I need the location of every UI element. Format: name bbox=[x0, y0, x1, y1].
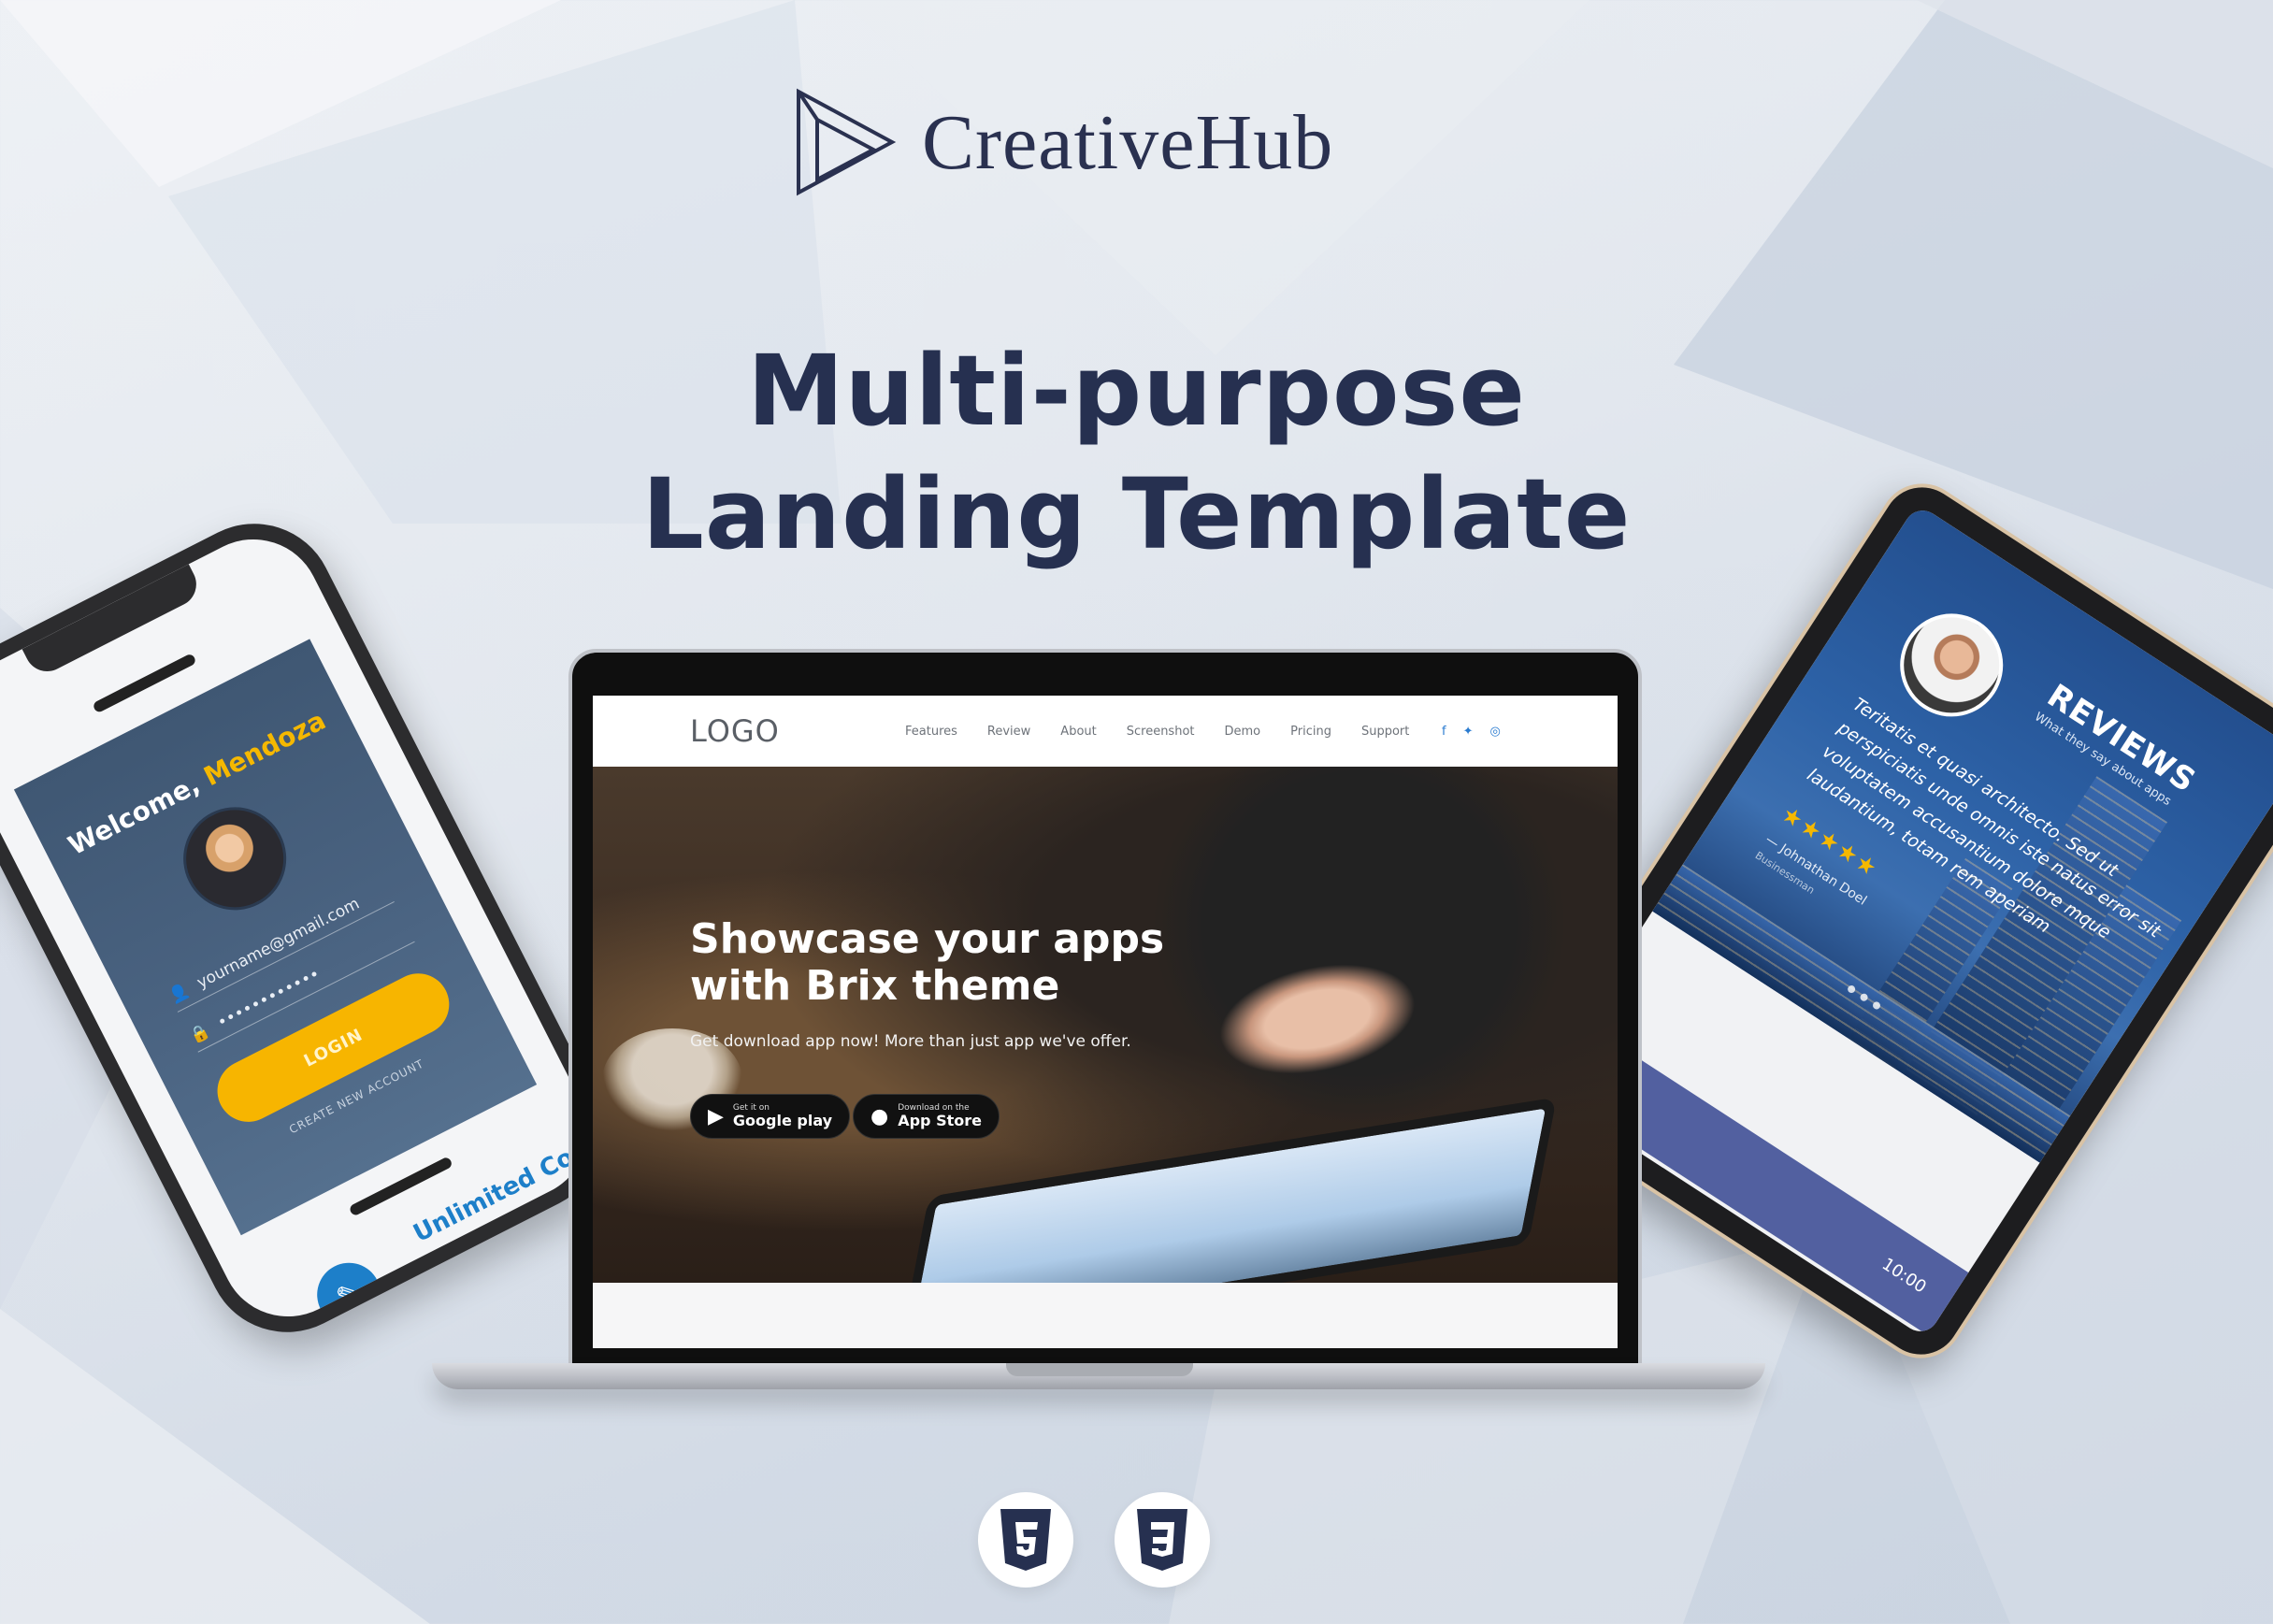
facebook-icon[interactable]: f bbox=[1442, 725, 1446, 739]
site-logo[interactable]: LOGO bbox=[690, 713, 780, 749]
menu-item-screenshot[interactable]: Screenshot bbox=[1127, 725, 1195, 739]
hero-title-line1: Showcase your apps bbox=[690, 915, 1165, 963]
google-play-icon: ▶ bbox=[708, 1104, 724, 1128]
menu-item-about[interactable]: About bbox=[1060, 725, 1096, 739]
hero-title: Showcase your apps with Brix theme bbox=[690, 916, 1164, 1010]
eyedropper-icon[interactable]: ✎ bbox=[306, 1252, 392, 1338]
html5-badge bbox=[978, 1492, 1073, 1588]
site-hero: Showcase your apps with Brix theme Get d… bbox=[593, 767, 1618, 1283]
twitter-icon[interactable]: ✦ bbox=[1463, 725, 1474, 739]
reviews-section: REVIEWS What they say about apps Teritat… bbox=[1652, 503, 2273, 1163]
tablet-screen: REVIEWS What they say about apps Teritat… bbox=[1538, 503, 2273, 1339]
phone-screen: Welcome, Mendoza 👤 yourname@gmail.com 🔒 … bbox=[13, 639, 538, 1236]
css3-icon bbox=[1137, 1509, 1187, 1571]
menu-item-pricing[interactable]: Pricing bbox=[1290, 725, 1331, 739]
status-time: 10:00 bbox=[1878, 1254, 1931, 1298]
welcome-name: Mendoza bbox=[198, 704, 331, 793]
play-triangle-icon bbox=[797, 88, 897, 196]
reviewer-avatar bbox=[1880, 594, 2023, 737]
laptop-notch bbox=[1006, 1363, 1193, 1376]
phone-mockup: Welcome, Mendoza 👤 yourname@gmail.com 🔒 … bbox=[0, 496, 631, 1360]
app-store-big: App Store bbox=[898, 1112, 982, 1129]
menu-item-features[interactable]: Features bbox=[905, 725, 957, 739]
css3-badge bbox=[1115, 1492, 1210, 1588]
avatar bbox=[165, 789, 305, 928]
brand-header: CreativeHub bbox=[795, 86, 1333, 198]
html5-icon bbox=[1000, 1509, 1051, 1571]
social-links: f ✦ ◎ bbox=[1442, 725, 1501, 739]
google-play-big: Google play bbox=[732, 1112, 833, 1129]
brand-name: CreativeHub bbox=[922, 98, 1334, 186]
laptop-screen: LOGO Features Review About Screenshot De… bbox=[593, 696, 1618, 1348]
site-menu: Features Review About Screenshot Demo Pr… bbox=[905, 725, 1409, 739]
site-navbar: LOGO Features Review About Screenshot De… bbox=[593, 696, 1618, 767]
apple-icon: ● bbox=[870, 1104, 889, 1128]
google-play-button[interactable]: ▶ Get it on Google play bbox=[690, 1094, 851, 1139]
user-icon: 👤 bbox=[165, 980, 193, 1007]
hero-subtitle: Get download app now! More than just app… bbox=[690, 1032, 1131, 1051]
lock-icon: 🔒 bbox=[186, 1020, 213, 1047]
phone-body: Welcome, Mendoza 👤 yourname@gmail.com 🔒 … bbox=[0, 516, 611, 1340]
hero-title-line2: with Brix theme bbox=[690, 962, 1060, 1010]
headline-line1: Multi-purpose bbox=[747, 334, 1526, 448]
laptop-mockup: LOGO Features Review About Screenshot De… bbox=[568, 649, 1642, 1367]
instagram-icon[interactable]: ◎ bbox=[1489, 725, 1500, 739]
menu-item-support[interactable]: Support bbox=[1361, 725, 1409, 739]
app-store-button[interactable]: ● Download on the App Store bbox=[853, 1094, 1000, 1139]
site-section-strip bbox=[593, 1283, 1618, 1348]
menu-item-demo[interactable]: Demo bbox=[1225, 725, 1261, 739]
menu-item-review[interactable]: Review bbox=[987, 725, 1030, 739]
